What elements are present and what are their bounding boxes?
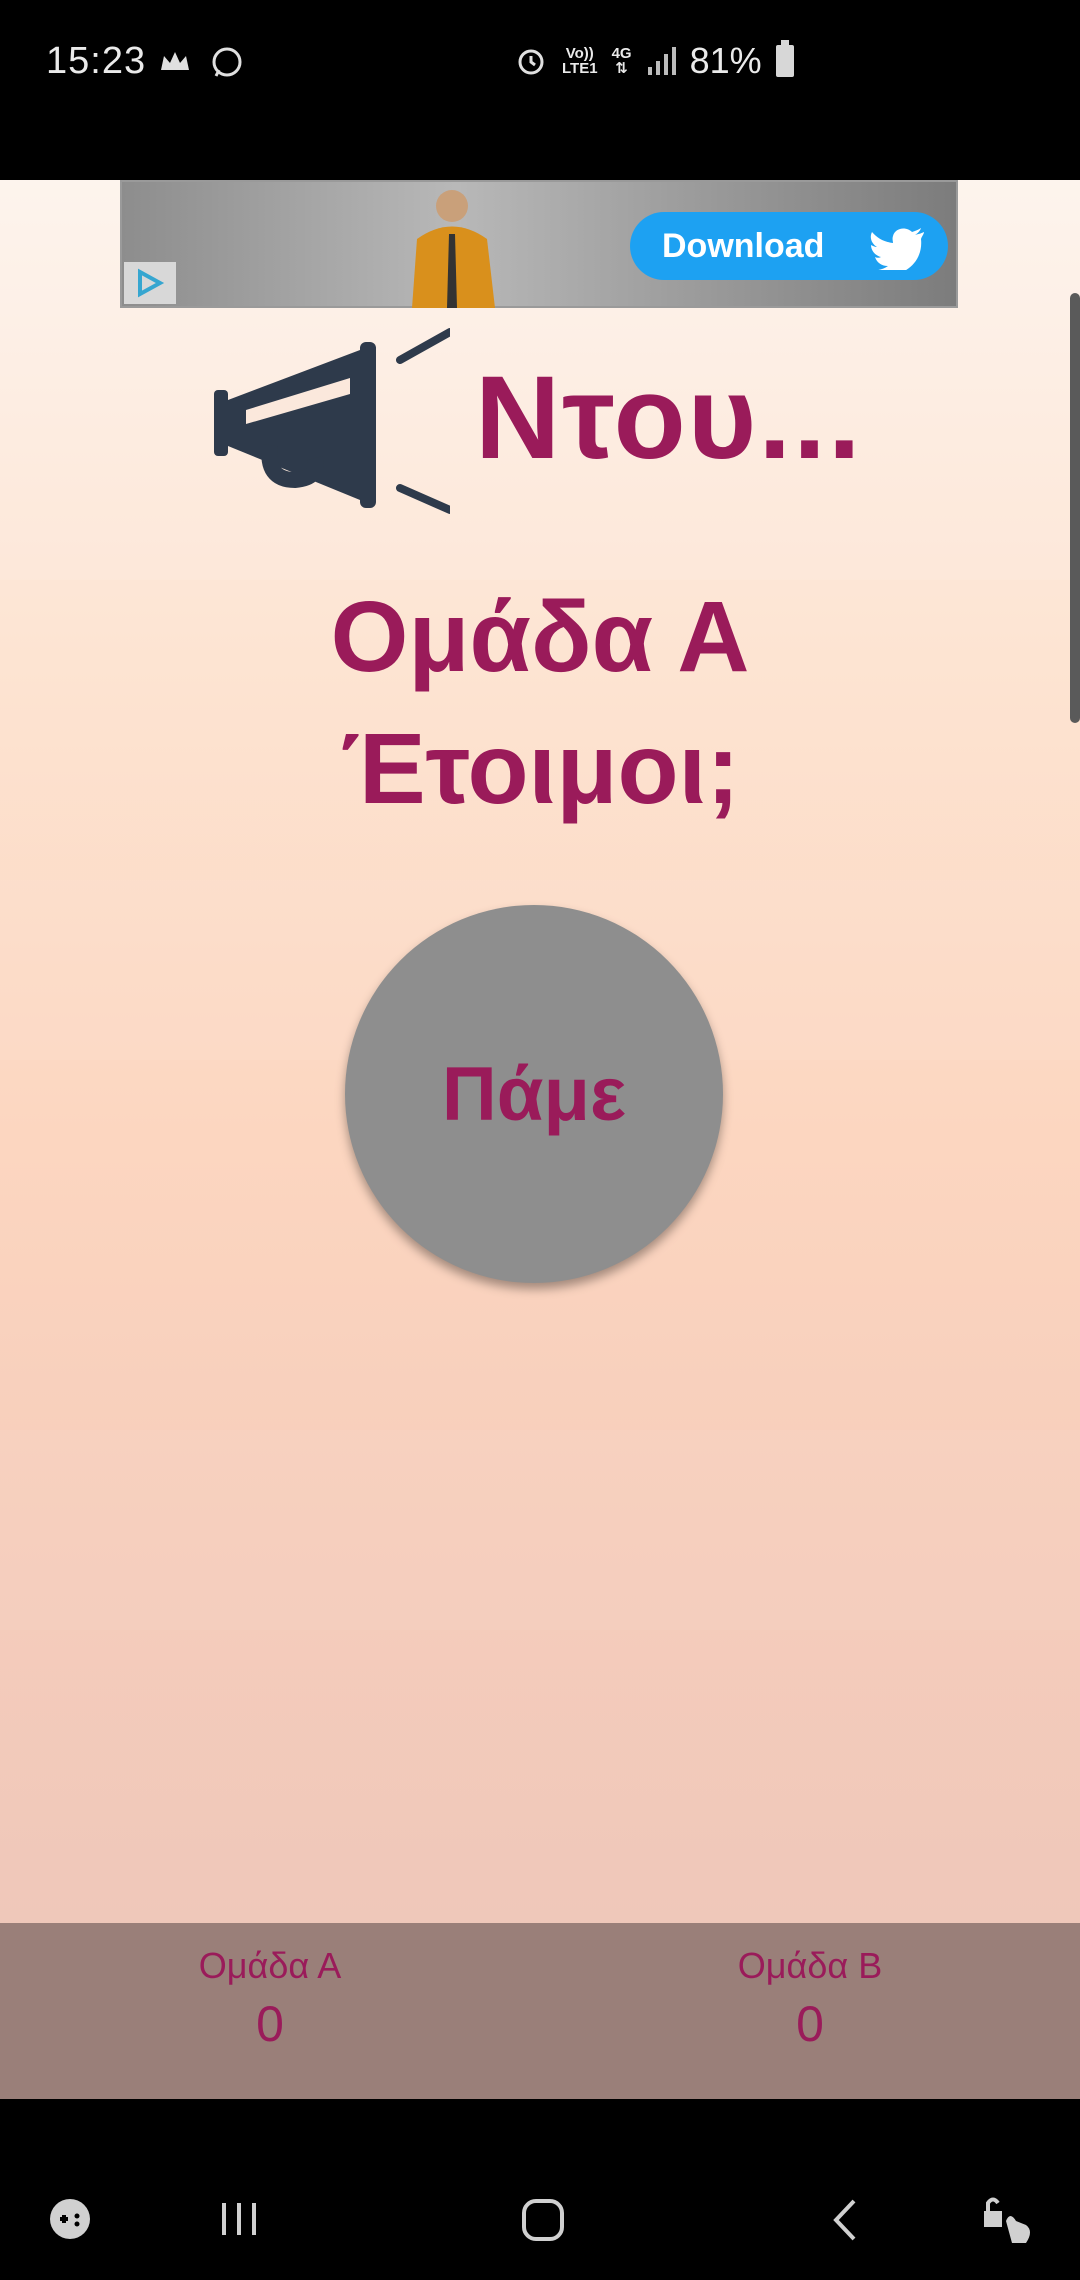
score-team-a: Ομάδα Α 0 [198, 1945, 342, 2052]
go-button-label: Πάμε [441, 1051, 627, 1137]
navigation-bar [0, 2099, 1080, 2280]
signal-icon [647, 47, 676, 75]
ad-download-button[interactable]: Download [630, 212, 948, 280]
app-logo: Ντου... [210, 320, 890, 540]
status-bar: 15:23 Vo)) LTE1 4G ⇅ 81% [0, 0, 1080, 180]
score-team-b: Ομάδα Β 0 [737, 1945, 883, 2052]
app-content: Download Ντου... Ομάδα Α Έτοιμοι; Πάμε Ο… [0, 180, 1080, 2099]
crown-icon [161, 52, 189, 70]
battery-percent: 81% [689, 40, 762, 81]
app-title: Ντου... [475, 352, 863, 484]
whatsapp-icon [212, 47, 242, 77]
megaphone-icon [214, 328, 450, 514]
game-tools-icon[interactable] [46, 2195, 94, 2243]
ad-image [412, 190, 495, 308]
twitter-bird-icon [870, 228, 924, 270]
ready-question: Έτοιμοι; [340, 713, 740, 825]
ad-banner[interactable]: Download [120, 180, 958, 308]
score-bar: Ομάδα Α 0 Ομάδα Β 0 [0, 1923, 1080, 2099]
home-icon[interactable] [520, 2197, 566, 2243]
status-time: 15:23 [46, 40, 147, 82]
battery-icon [775, 40, 794, 77]
network-4g-indicator: 4G ⇅ [611, 45, 632, 77]
volte-indicator: Vo)) LTE1 [562, 45, 598, 77]
go-button[interactable]: Πάμε [345, 905, 723, 1283]
status-right: Vo)) LTE1 4G ⇅ 81% [514, 40, 794, 82]
scrollbar[interactable] [1070, 293, 1080, 723]
recent-apps-icon[interactable] [218, 2199, 262, 2239]
adchoices-icon[interactable] [124, 262, 176, 304]
current-team-name: Ομάδα Α [330, 581, 750, 693]
back-icon[interactable] [828, 2197, 862, 2243]
alarm-icon [518, 49, 544, 75]
screen-pin-icon[interactable] [980, 2191, 1036, 2247]
